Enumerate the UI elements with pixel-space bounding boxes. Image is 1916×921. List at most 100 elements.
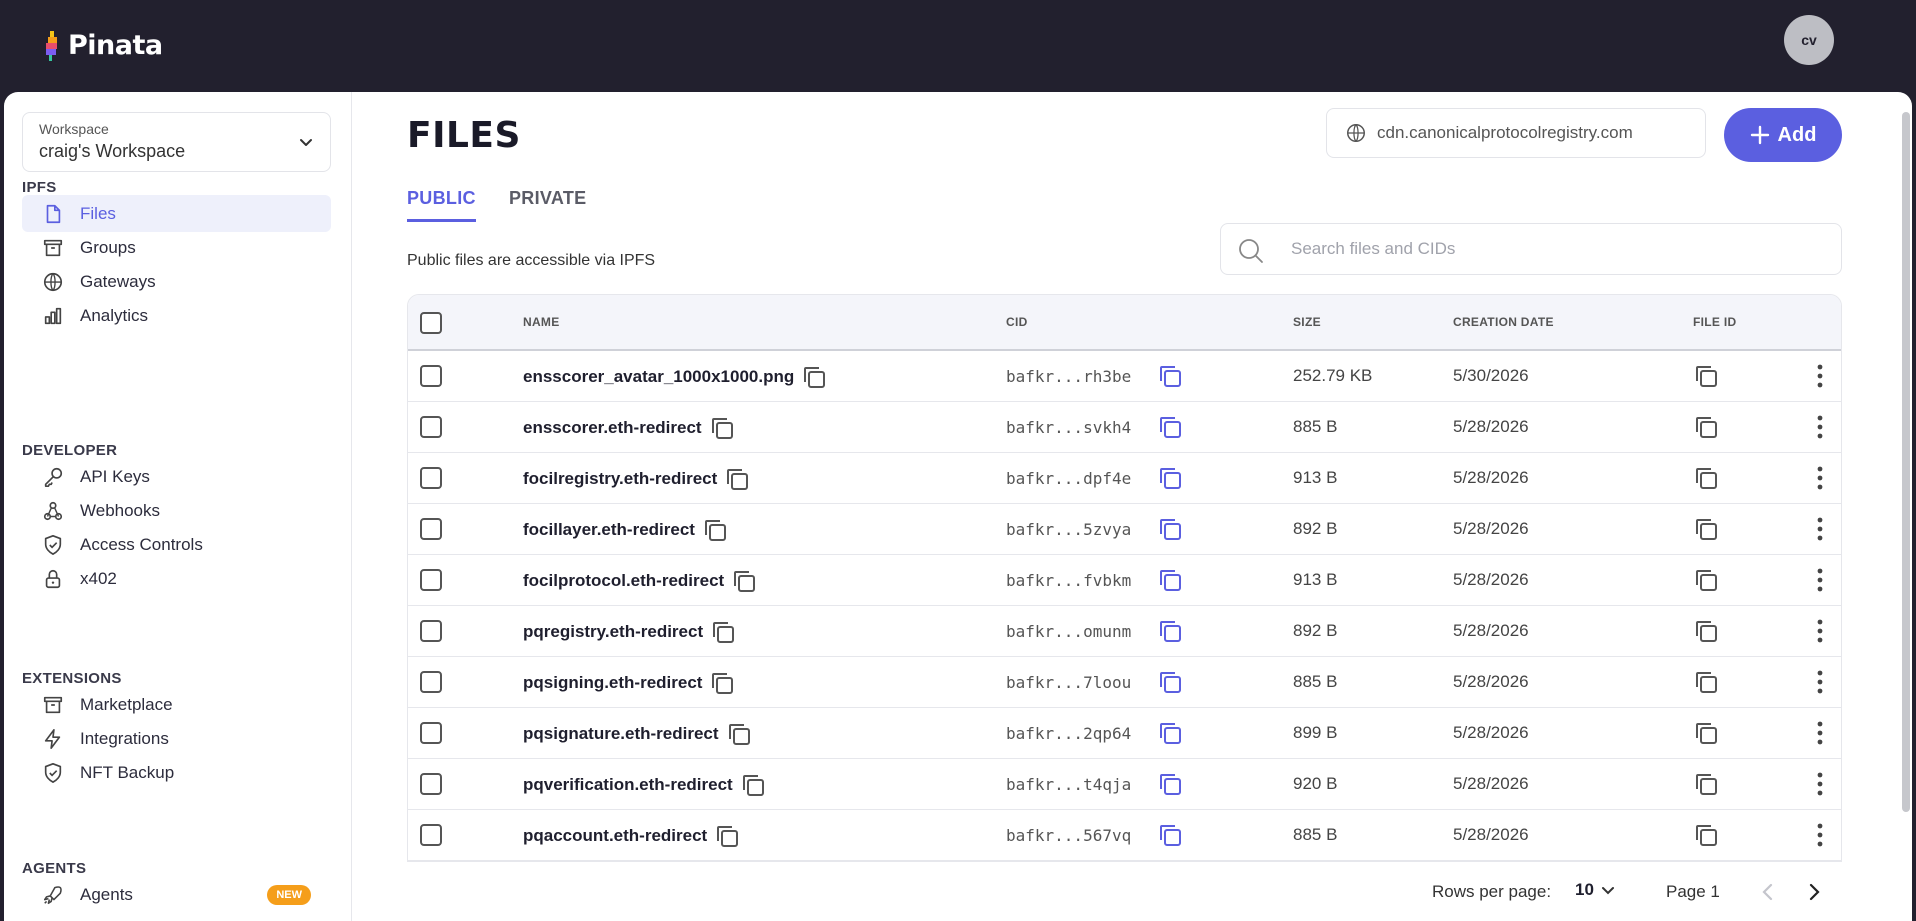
copy-name-icon[interactable] xyxy=(713,822,741,850)
copy-file-id-icon[interactable] xyxy=(1692,617,1720,650)
file-name[interactable]: pqregistry.eth-redirect xyxy=(523,622,703,642)
search-box[interactable] xyxy=(1220,223,1842,275)
table-row[interactable]: focilregistry.eth-redirect bafkr...dpf4e 9… xyxy=(408,453,1841,504)
more-options-icon[interactable] xyxy=(1808,413,1832,441)
file-name[interactable]: pqverification.eth-redirect xyxy=(523,775,733,795)
more-options-icon[interactable] xyxy=(1808,821,1832,849)
copy-file-id-icon[interactable] xyxy=(1692,566,1720,599)
file-name[interactable]: focilregistry.eth-redirect xyxy=(523,469,717,489)
sidebar-item-x402[interactable]: x402 xyxy=(22,560,331,597)
file-name[interactable]: pqsigning.eth-redirect xyxy=(523,673,702,693)
copy-file-id-icon[interactable] xyxy=(1692,464,1720,497)
file-name[interactable]: pqaccount.eth-redirect xyxy=(523,826,707,846)
copy-file-id-icon[interactable] xyxy=(1692,821,1720,854)
tab-public[interactable]: PUBLIC xyxy=(407,188,476,222)
add-button[interactable]: Add xyxy=(1724,108,1842,162)
copy-name-icon[interactable] xyxy=(730,567,758,595)
search-input[interactable] xyxy=(1291,234,1811,264)
table-row[interactable]: focilprotocol.eth-redirect bafkr...fvbkm 9… xyxy=(408,555,1841,606)
row-checkbox[interactable] xyxy=(420,773,442,795)
sidebar-item-marketplace[interactable]: Marketplace xyxy=(22,686,331,723)
file-name[interactable]: ensscorer_avatar_1000x1000.png xyxy=(523,367,794,387)
table-row[interactable]: ensscorer_avatar_1000x1000.png bafkr...rh… xyxy=(408,351,1841,402)
copy-file-id-icon[interactable] xyxy=(1692,362,1720,395)
chevron-right-icon[interactable] xyxy=(1802,880,1826,904)
user-avatar[interactable]: cv xyxy=(1784,15,1834,65)
copy-name-icon[interactable] xyxy=(739,771,767,799)
more-options-icon[interactable] xyxy=(1808,668,1832,696)
sidebar-item-analytics[interactable]: Analytics xyxy=(22,297,331,334)
copy-file-id-icon[interactable] xyxy=(1692,413,1720,446)
table-row[interactable]: pqaccount.eth-redirect bafkr...567vq 885 B… xyxy=(408,810,1841,861)
sidebar-item-api-keys[interactable]: API Keys xyxy=(22,458,331,495)
column-header-size[interactable]: SIZE xyxy=(1293,315,1321,329)
sidebar-item-files[interactable]: Files xyxy=(22,195,331,232)
more-options-icon[interactable] xyxy=(1808,566,1832,594)
copy-name-icon[interactable] xyxy=(723,465,751,493)
tab-private[interactable]: PRIVATE xyxy=(509,188,586,219)
copy-name-icon[interactable] xyxy=(708,414,736,442)
copy-cid-icon[interactable] xyxy=(1156,770,1184,803)
row-checkbox[interactable] xyxy=(420,518,442,540)
row-checkbox[interactable] xyxy=(420,467,442,489)
workspace-selector[interactable]: Workspace craig's Workspace xyxy=(22,112,331,172)
table-row[interactable]: pqregistry.eth-redirect bafkr...omunm 892 … xyxy=(408,606,1841,657)
sidebar-item-integrations[interactable]: Integrations xyxy=(22,720,331,757)
more-options-icon[interactable] xyxy=(1808,770,1832,798)
file-name[interactable]: ensscorer.eth-redirect xyxy=(523,418,702,438)
copy-file-id-icon[interactable] xyxy=(1692,719,1720,752)
sidebar-item-nft-backup[interactable]: NFT Backup xyxy=(22,754,331,791)
copy-name-icon[interactable] xyxy=(725,720,753,748)
row-checkbox[interactable] xyxy=(420,569,442,591)
column-header-name[interactable]: NAME xyxy=(523,315,560,329)
rows-per-page-select[interactable]: 10 xyxy=(1575,880,1616,900)
pinata-logo[interactable]: Pinata xyxy=(44,30,163,61)
sidebar-item-agents[interactable]: Agents NEW xyxy=(22,876,331,913)
sidebar-item-gateways[interactable]: Gateways xyxy=(22,263,331,300)
copy-cid-icon[interactable] xyxy=(1156,413,1184,446)
gateway-selector[interactable]: cdn.canonicalprotocolregistry.com xyxy=(1326,108,1706,158)
copy-file-id-icon[interactable] xyxy=(1692,515,1720,548)
copy-cid-icon[interactable] xyxy=(1156,566,1184,599)
row-checkbox[interactable] xyxy=(420,620,442,642)
sidebar-item-groups[interactable]: Groups xyxy=(22,229,331,266)
copy-name-icon[interactable] xyxy=(708,669,736,697)
table-row[interactable]: pqsigning.eth-redirect bafkr...7loou 885 B… xyxy=(408,657,1841,708)
more-options-icon[interactable] xyxy=(1808,362,1832,390)
copy-file-id-icon[interactable] xyxy=(1692,770,1720,803)
file-name[interactable]: focilprotocol.eth-redirect xyxy=(523,571,724,591)
copy-cid-icon[interactable] xyxy=(1156,719,1184,752)
sidebar-item-access-controls[interactable]: Access Controls xyxy=(22,526,331,563)
table-row[interactable]: focillayer.eth-redirect bafkr...5zvya 892 … xyxy=(408,504,1841,555)
scrollbar-thumb[interactable] xyxy=(1902,112,1910,812)
row-checkbox[interactable] xyxy=(420,416,442,438)
copy-file-id-icon[interactable] xyxy=(1692,668,1720,701)
copy-cid-icon[interactable] xyxy=(1156,362,1184,395)
copy-name-icon[interactable] xyxy=(800,363,828,391)
table-row[interactable]: pqsignature.eth-redirect bafkr...2qp64 899… xyxy=(408,708,1841,759)
row-checkbox[interactable] xyxy=(420,671,442,693)
copy-name-icon[interactable] xyxy=(701,516,729,544)
column-header-creation-date[interactable]: CREATION DATE xyxy=(1453,315,1554,329)
copy-cid-icon[interactable] xyxy=(1156,668,1184,701)
more-options-icon[interactable] xyxy=(1808,464,1832,492)
copy-cid-icon[interactable] xyxy=(1156,821,1184,854)
file-name[interactable]: focillayer.eth-redirect xyxy=(523,520,695,540)
select-all-checkbox[interactable] xyxy=(420,312,442,334)
row-checkbox[interactable] xyxy=(420,824,442,846)
copy-cid-icon[interactable] xyxy=(1156,515,1184,548)
copy-cid-icon[interactable] xyxy=(1156,617,1184,650)
more-options-icon[interactable] xyxy=(1808,515,1832,543)
copy-name-icon[interactable] xyxy=(709,618,737,646)
scrollbar[interactable] xyxy=(1900,104,1912,914)
table-row[interactable]: pqverification.eth-redirect bafkr...t4qja… xyxy=(408,759,1841,810)
sidebar-item-webhooks[interactable]: Webhooks xyxy=(22,492,331,529)
chevron-left-icon[interactable] xyxy=(1756,880,1780,904)
file-name[interactable]: pqsignature.eth-redirect xyxy=(523,724,719,744)
table-row[interactable]: ensscorer.eth-redirect bafkr...svkh4 885 B… xyxy=(408,402,1841,453)
row-checkbox[interactable] xyxy=(420,365,442,387)
row-checkbox[interactable] xyxy=(420,722,442,744)
more-options-icon[interactable] xyxy=(1808,617,1832,645)
copy-cid-icon[interactable] xyxy=(1156,464,1184,497)
more-options-icon[interactable] xyxy=(1808,719,1832,747)
